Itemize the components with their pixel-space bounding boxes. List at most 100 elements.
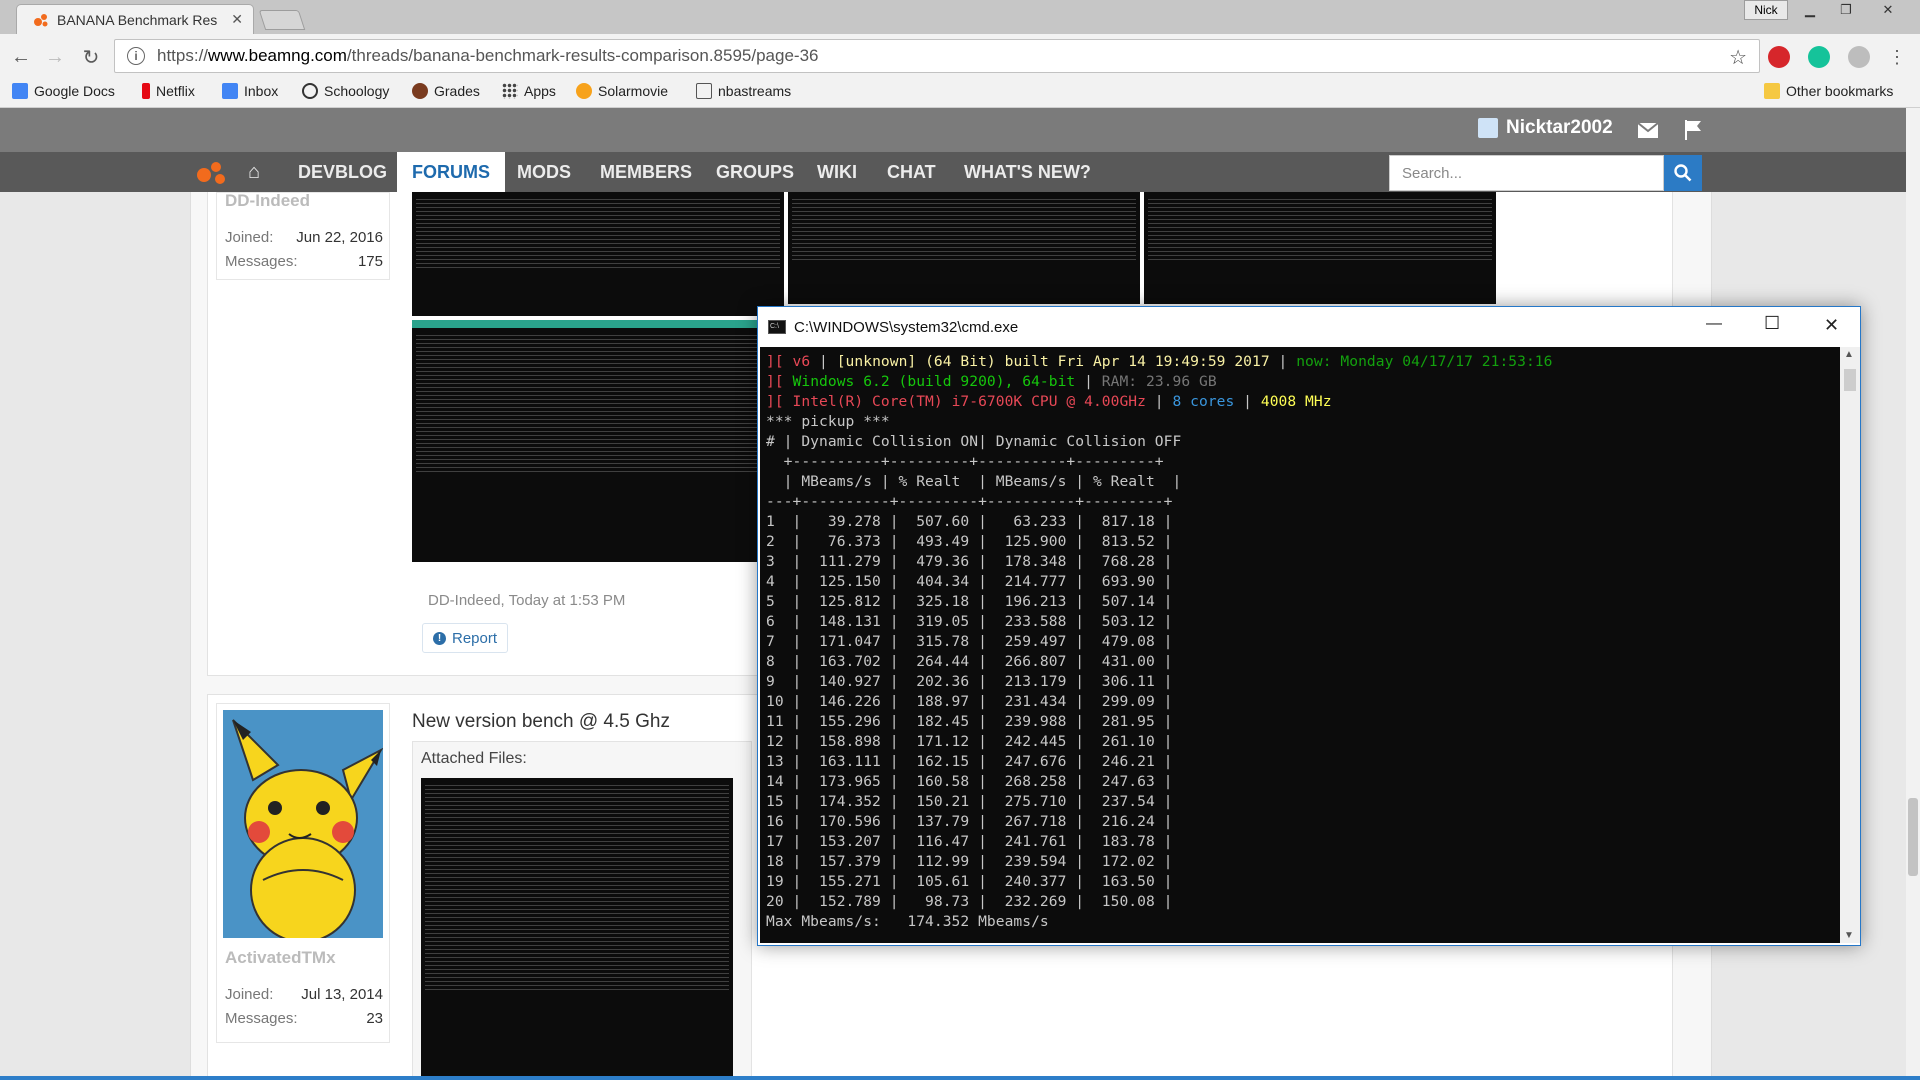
cmd-rule: ---+----------+---------+----------+----… bbox=[766, 493, 1173, 510]
cmd-titlebar[interactable]: C:\ C:\WINDOWS\system32\cmd.exe — ☐ ✕ bbox=[758, 307, 1860, 347]
nav-forums[interactable]: FORUMS bbox=[397, 152, 505, 192]
grades-icon bbox=[412, 83, 428, 99]
home-icon[interactable]: ⌂ bbox=[248, 152, 260, 192]
nav-mods[interactable]: MODS bbox=[517, 152, 571, 192]
nbastreams-icon bbox=[696, 83, 712, 99]
scroll-down-icon[interactable]: ▼ bbox=[1844, 930, 1854, 941]
cmd-table-row: 16 | 170.596 | 137.79 | 267.718 | 216.24… bbox=[766, 813, 1173, 830]
bookmark-apps[interactable]: Apps bbox=[502, 83, 556, 99]
attachment-thumbnail[interactable] bbox=[412, 192, 784, 316]
cmd-table-rows: 1 | 39.278 | 507.60 | 63.233 | 817.18 | 2… bbox=[766, 512, 1840, 912]
bookmark-schoology[interactable]: Schoology bbox=[302, 83, 389, 99]
cmd-table-row: 4 | 125.150 | 404.34 | 214.777 | 693.90 … bbox=[766, 573, 1173, 590]
post-author[interactable]: DD-Indeed bbox=[225, 191, 310, 211]
post-user-info: ActivatedTMx Joined: Jul 13, 2014 Message… bbox=[216, 703, 390, 1043]
nav-members[interactable]: MEMBERS bbox=[600, 152, 692, 192]
bookmark-google-docs[interactable]: Google Docs bbox=[12, 83, 115, 99]
bookmark-solarmovie[interactable]: Solarmovie bbox=[576, 83, 668, 99]
cmd-table-row: 14 | 173.965 | 160.58 | 268.258 | 247.63… bbox=[766, 773, 1173, 790]
bookmark-inbox[interactable]: Inbox bbox=[222, 83, 278, 99]
site-nav: ⌂ DEVBLOG FORUMS MODS MEMBERS GROUPS WIK… bbox=[0, 152, 1920, 192]
cmd-col-header: # | Dynamic Collision ON| Dynamic Collis… bbox=[766, 433, 1182, 450]
bookmark-netflix[interactable]: Netflix bbox=[142, 83, 195, 99]
url-domain: www.beamng.com bbox=[208, 46, 347, 65]
cmd-title: C:\WINDOWS\system32\cmd.exe bbox=[794, 318, 1019, 336]
cmd-table-row: 10 | 146.226 | 188.97 | 231.434 | 299.09… bbox=[766, 693, 1173, 710]
netflix-icon bbox=[142, 83, 150, 99]
alerts-flag-icon[interactable] bbox=[1684, 120, 1702, 140]
cmd-footer: Max Mbeams/s: 174.352 Mbeams/s bbox=[766, 913, 1049, 930]
account-menu[interactable]: Nicktar2002 bbox=[1478, 117, 1613, 139]
address-bar[interactable]: i https://www.beamng.com/threads/banana-… bbox=[114, 39, 1760, 73]
menu-icon[interactable]: ⋮ bbox=[1884, 44, 1910, 70]
grammarly-extension-icon[interactable] bbox=[1808, 46, 1830, 68]
nav-devblog[interactable]: DEVBLOG bbox=[298, 152, 387, 192]
taskbar-edge bbox=[0, 1076, 1920, 1080]
back-icon[interactable]: ← bbox=[8, 44, 34, 70]
cmd-scroll-thumb[interactable] bbox=[1844, 369, 1856, 391]
restore-window-icon[interactable]: ❐ bbox=[1832, 0, 1860, 20]
cmd-table-row: 11 | 155.296 | 182.45 | 239.988 | 281.95… bbox=[766, 713, 1173, 730]
bookmark-star-icon[interactable]: ☆ bbox=[1729, 45, 1747, 70]
scroll-up-icon[interactable]: ▲ bbox=[1844, 349, 1854, 360]
nav-groups[interactable]: GROUPS bbox=[716, 152, 794, 192]
attachment-thumbnail[interactable] bbox=[421, 778, 733, 1078]
report-button[interactable]: ! Report bbox=[422, 623, 508, 653]
cmd-table-row: 12 | 158.898 | 171.12 | 242.445 | 261.10… bbox=[766, 733, 1173, 750]
forward-icon[interactable]: → bbox=[42, 44, 68, 70]
attachment-thumbnail[interactable] bbox=[412, 320, 784, 562]
cmd-close-icon[interactable]: ✕ bbox=[1824, 315, 1839, 336]
cmd-minimize-icon[interactable]: — bbox=[1706, 315, 1722, 333]
profile-button[interactable]: Nick bbox=[1744, 0, 1788, 20]
messages-row: Messages: 23 bbox=[225, 1010, 383, 1027]
cmd-table-row: 19 | 155.271 | 105.61 | 240.377 | 163.50… bbox=[766, 873, 1173, 890]
site-info-icon[interactable]: i bbox=[127, 47, 145, 65]
schoology-icon bbox=[302, 83, 318, 99]
site-search-input[interactable]: Search... bbox=[1389, 155, 1664, 191]
nav-wiki[interactable]: WIKI bbox=[817, 152, 857, 192]
cmd-window[interactable]: C:\ C:\WINDOWS\system32\cmd.exe — ☐ ✕ ][… bbox=[757, 306, 1861, 946]
other-bookmarks[interactable]: Other bookmarks bbox=[1764, 83, 1893, 99]
cmd-table-row: 17 | 153.207 | 116.47 | 241.761 | 183.78… bbox=[766, 833, 1173, 850]
bookmark-grades[interactable]: Grades bbox=[412, 83, 480, 99]
page-scrollbar-thumb[interactable] bbox=[1908, 798, 1918, 876]
cmd-header-line: ][ v6 | [unknown] (64 Bit) built Fri Apr… bbox=[766, 353, 1553, 370]
joined-row: Joined: Jun 22, 2016 bbox=[225, 229, 383, 246]
page-scrollbar[interactable] bbox=[1906, 108, 1920, 1080]
post-user-info: DD-Indeed Joined: Jun 22, 2016 Messages: 1… bbox=[216, 191, 390, 280]
inbox-icon bbox=[222, 83, 238, 99]
cmd-maximize-icon[interactable]: ☐ bbox=[1764, 313, 1780, 334]
nav-whats-new[interactable]: WHAT'S NEW? bbox=[964, 152, 1091, 192]
opera-extension-icon[interactable] bbox=[1768, 46, 1790, 68]
cmd-table-row: 2 | 76.373 | 493.49 | 125.900 | 813.52 | bbox=[766, 533, 1173, 550]
tab-strip: BANANA Benchmark Res ✕ Nick ▁ ❐ ✕ bbox=[0, 0, 1920, 34]
cmd-table-row: 20 | 152.789 | 98.73 | 232.269 | 150.08 … bbox=[766, 893, 1173, 910]
avatar[interactable] bbox=[223, 710, 383, 938]
nav-chat[interactable]: CHAT bbox=[887, 152, 936, 192]
close-tab-icon[interactable]: ✕ bbox=[231, 11, 243, 28]
reload-icon[interactable]: ↻ bbox=[78, 44, 104, 70]
user-avatar-icon bbox=[1478, 118, 1498, 138]
attachment-thumbnail[interactable] bbox=[1144, 192, 1496, 304]
minimize-window-icon[interactable]: ▁ bbox=[1796, 0, 1824, 20]
cmd-scrollbar[interactable]: ▲ ▼ bbox=[1840, 347, 1860, 943]
docs-icon bbox=[12, 83, 28, 99]
sync-extension-icon[interactable] bbox=[1848, 46, 1870, 68]
new-tab-button[interactable] bbox=[258, 10, 306, 30]
cmd-section: *** pickup *** bbox=[766, 413, 890, 430]
bookmark-nbastreams[interactable]: nbastreams bbox=[696, 83, 791, 99]
browser-tab[interactable]: BANANA Benchmark Res ✕ bbox=[16, 4, 254, 34]
post-author[interactable]: ActivatedTMx bbox=[225, 948, 336, 968]
cmd-table-row: 9 | 140.927 | 202.36 | 213.179 | 306.11 … bbox=[766, 673, 1173, 690]
screen: { "browser": { "tab_title": "BANANA Benc… bbox=[0, 0, 1920, 1080]
close-window-icon[interactable]: ✕ bbox=[1868, 0, 1908, 20]
messages-row: Messages: 175 bbox=[225, 253, 383, 270]
joined-row: Joined: Jul 13, 2014 bbox=[225, 986, 383, 1003]
info-icon: ! bbox=[432, 631, 446, 645]
post-meta[interactable]: DD-Indeed, Today at 1:53 PM bbox=[428, 592, 625, 609]
attachment-thumbnail[interactable] bbox=[788, 192, 1140, 304]
cmd-table-row: 13 | 163.111 | 162.15 | 247.676 | 246.21… bbox=[766, 753, 1173, 770]
beamng-logo-icon[interactable] bbox=[196, 160, 228, 186]
search-button[interactable] bbox=[1664, 155, 1702, 191]
inbox-mail-icon[interactable] bbox=[1638, 123, 1658, 138]
